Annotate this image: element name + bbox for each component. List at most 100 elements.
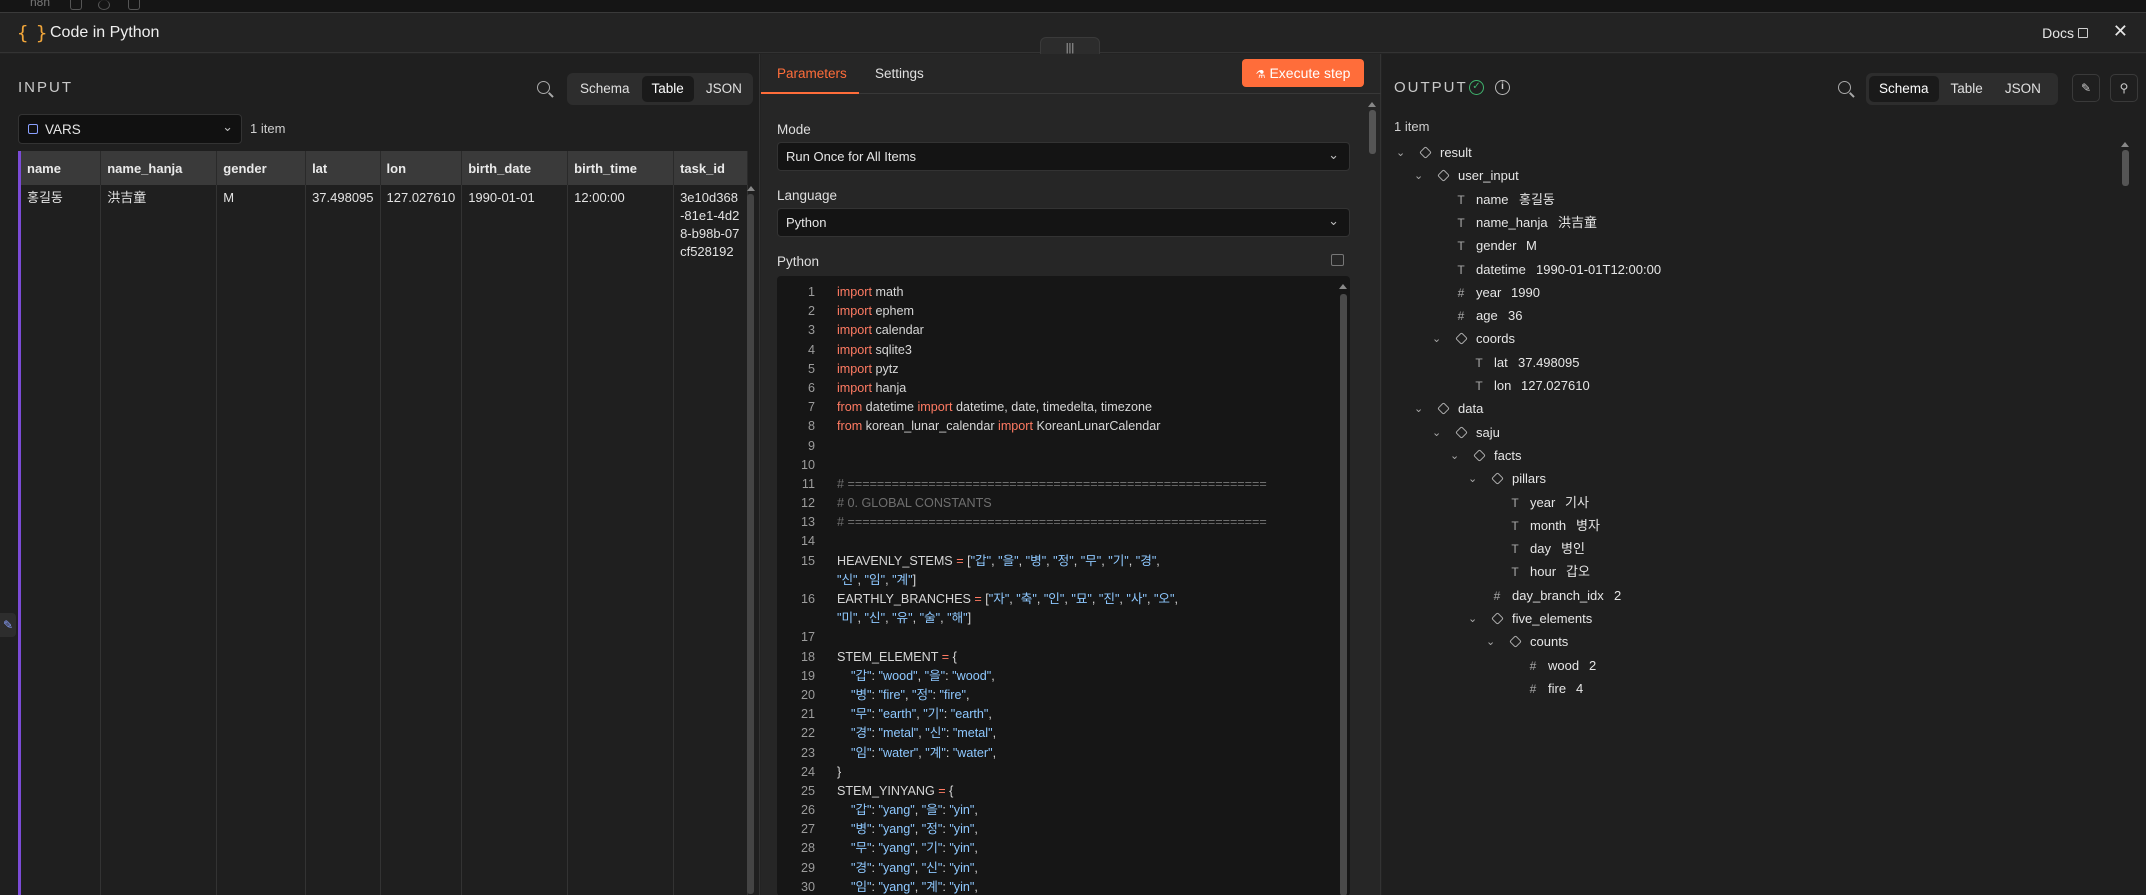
line-number: 30 (800, 879, 815, 894)
code-line: 10 (777, 456, 1337, 475)
line-number: 14 (800, 534, 815, 549)
code-text: "갑": "yang", "을": "yin", (851, 803, 978, 818)
table-cell: 127.027610 (380, 185, 463, 895)
schema-key: wood (1548, 657, 1580, 673)
docs-link[interactable]: Docs (2042, 25, 2088, 41)
column-header[interactable]: gender (216, 151, 307, 185)
cube-icon (1436, 402, 1450, 416)
external-link-icon (2078, 28, 2088, 38)
output-view-schema[interactable]: Schema (1869, 76, 1939, 102)
code-line: 25 STEM_YINYANG = { (777, 782, 1337, 801)
code-line: 26 "갑": "yang", "을": "yin", (777, 801, 1337, 820)
table-cell: 12:00:00 (567, 185, 675, 895)
mode-select[interactable]: Run Once for All Items ⌄ (777, 142, 1350, 171)
scroll-up-arrow[interactable] (747, 186, 755, 191)
tab-parameters[interactable]: Parameters (777, 66, 847, 81)
code-scrollbar[interactable] (1340, 294, 1347, 895)
chevron-down-icon[interactable]: ⌄ (1396, 143, 1405, 163)
chevron-down-icon[interactable]: ⌄ (1432, 329, 1441, 349)
column-header[interactable]: birth_date (461, 151, 569, 185)
schema-value: 洪吉童 (1558, 214, 1598, 230)
schema-key: coords (1476, 331, 1516, 347)
chevron-down-icon[interactable]: ⌄ (1414, 399, 1423, 419)
code-text: "임": "yang", "계": "yin", (851, 879, 978, 894)
chevron-down-icon[interactable]: ⌄ (1432, 423, 1441, 443)
schema-key: name_hanja (1476, 214, 1548, 230)
parameters-scrollbar[interactable] (1369, 110, 1376, 154)
pencil-icon: ✎ (2080, 81, 2092, 95)
line-number: 15 (800, 553, 815, 568)
execute-step-button[interactable]: ⚗ Execute step (1242, 59, 1364, 87)
edit-output-button[interactable]: ✎ (2072, 74, 2100, 102)
line-number: 7 (807, 400, 815, 415)
chevron-down-icon[interactable]: ⌄ (1486, 632, 1495, 652)
column-header[interactable]: lat (305, 151, 381, 185)
schema-value: 1990 (1511, 284, 1540, 300)
output-item-count: 1 item (1394, 119, 1430, 134)
input-view-json[interactable]: JSON (696, 76, 752, 102)
line-number: 27 (800, 822, 815, 837)
scroll-up-arrow[interactable] (1339, 284, 1347, 289)
number-type-icon: # (1493, 588, 1501, 603)
chevron-down-icon[interactable]: ⌄ (1468, 609, 1477, 629)
chevron-down-icon[interactable]: ⌄ (1468, 469, 1477, 489)
line-number: 10 (800, 457, 815, 472)
input-node-label: VARS (45, 122, 81, 137)
table-cell: 洪吉童 (100, 185, 218, 895)
code-line: 13 # ====================================… (777, 513, 1337, 532)
input-view-table[interactable]: Table (641, 76, 694, 102)
output-scrollbar[interactable] (2122, 150, 2129, 186)
code-line: 17 (777, 628, 1337, 647)
input-view-schema[interactable]: Schema (570, 76, 640, 102)
schema-value: 병자 (1576, 517, 1600, 533)
column-header[interactable]: name_hanja (100, 151, 218, 185)
scroll-up-arrow[interactable] (1368, 102, 1376, 107)
schema-key: result (1440, 145, 1472, 160)
column-header[interactable]: task_id (673, 151, 748, 185)
code-text: } (837, 764, 842, 779)
input-heading: INPUT (18, 79, 73, 96)
line-number: 24 (800, 764, 815, 779)
chevron-down-icon[interactable]: ⌄ (1450, 446, 1459, 466)
language-select[interactable]: Python ⌄ (777, 208, 1350, 237)
cube-icon (1454, 425, 1468, 439)
code-line: 7 from datetime import datetime, date, ti… (777, 398, 1337, 417)
search-icon[interactable] (1838, 81, 1851, 94)
cube-icon (1490, 472, 1504, 486)
code-line: 6 import hanja (777, 379, 1337, 398)
column-header[interactable]: name (21, 151, 102, 185)
schema-key: year (1530, 494, 1556, 510)
scroll-up-arrow[interactable] (2121, 142, 2129, 147)
cube-icon (1418, 146, 1432, 159)
input-scrollbar[interactable] (747, 194, 754, 894)
object-type-icon (1436, 166, 1450, 186)
tab-settings[interactable]: Settings (875, 66, 924, 81)
line-number: 3 (807, 323, 815, 338)
number-type-icon: # (1457, 309, 1465, 324)
expand-editor-icon[interactable] (1331, 254, 1344, 266)
search-icon[interactable] (537, 81, 550, 94)
success-check-icon: ✓ (1469, 80, 1484, 95)
background-tab-label: n8n (30, 0, 51, 9)
schema-value: M (1526, 238, 1537, 254)
code-editor[interactable]: 1 import math 2 import ephem 3 import calenda… (777, 276, 1350, 895)
info-icon[interactable]: i (1495, 80, 1510, 95)
code-text: "경": "yang", "신": "yin", (851, 860, 978, 875)
input-node-select[interactable]: VARS ⌄ (18, 114, 242, 144)
line-number: 23 (800, 745, 815, 760)
close-icon[interactable]: ✕ (2113, 21, 2128, 42)
code-line: 2 import ephem (777, 302, 1337, 321)
schema-key: pillars (1512, 471, 1546, 487)
side-edit-icon[interactable]: ✎ (0, 613, 16, 637)
schema-key: data (1458, 401, 1484, 417)
chevron-down-icon[interactable]: ⌄ (1414, 166, 1423, 186)
output-view-json[interactable]: JSON (1995, 76, 2051, 102)
column-header[interactable]: birth_time (567, 151, 675, 185)
column-header[interactable]: lon (380, 151, 463, 185)
pin-data-button[interactable]: ⚲ (2110, 74, 2138, 102)
table-row: 홍길동 洪吉童 M 37.498095 127.027610 1990-01-0… (21, 185, 748, 895)
schema-key: saju (1476, 424, 1500, 440)
input-view-switcher: Schema Table JSON (567, 73, 753, 105)
line-number: 29 (800, 860, 815, 875)
output-view-table[interactable]: Table (1941, 76, 1993, 102)
